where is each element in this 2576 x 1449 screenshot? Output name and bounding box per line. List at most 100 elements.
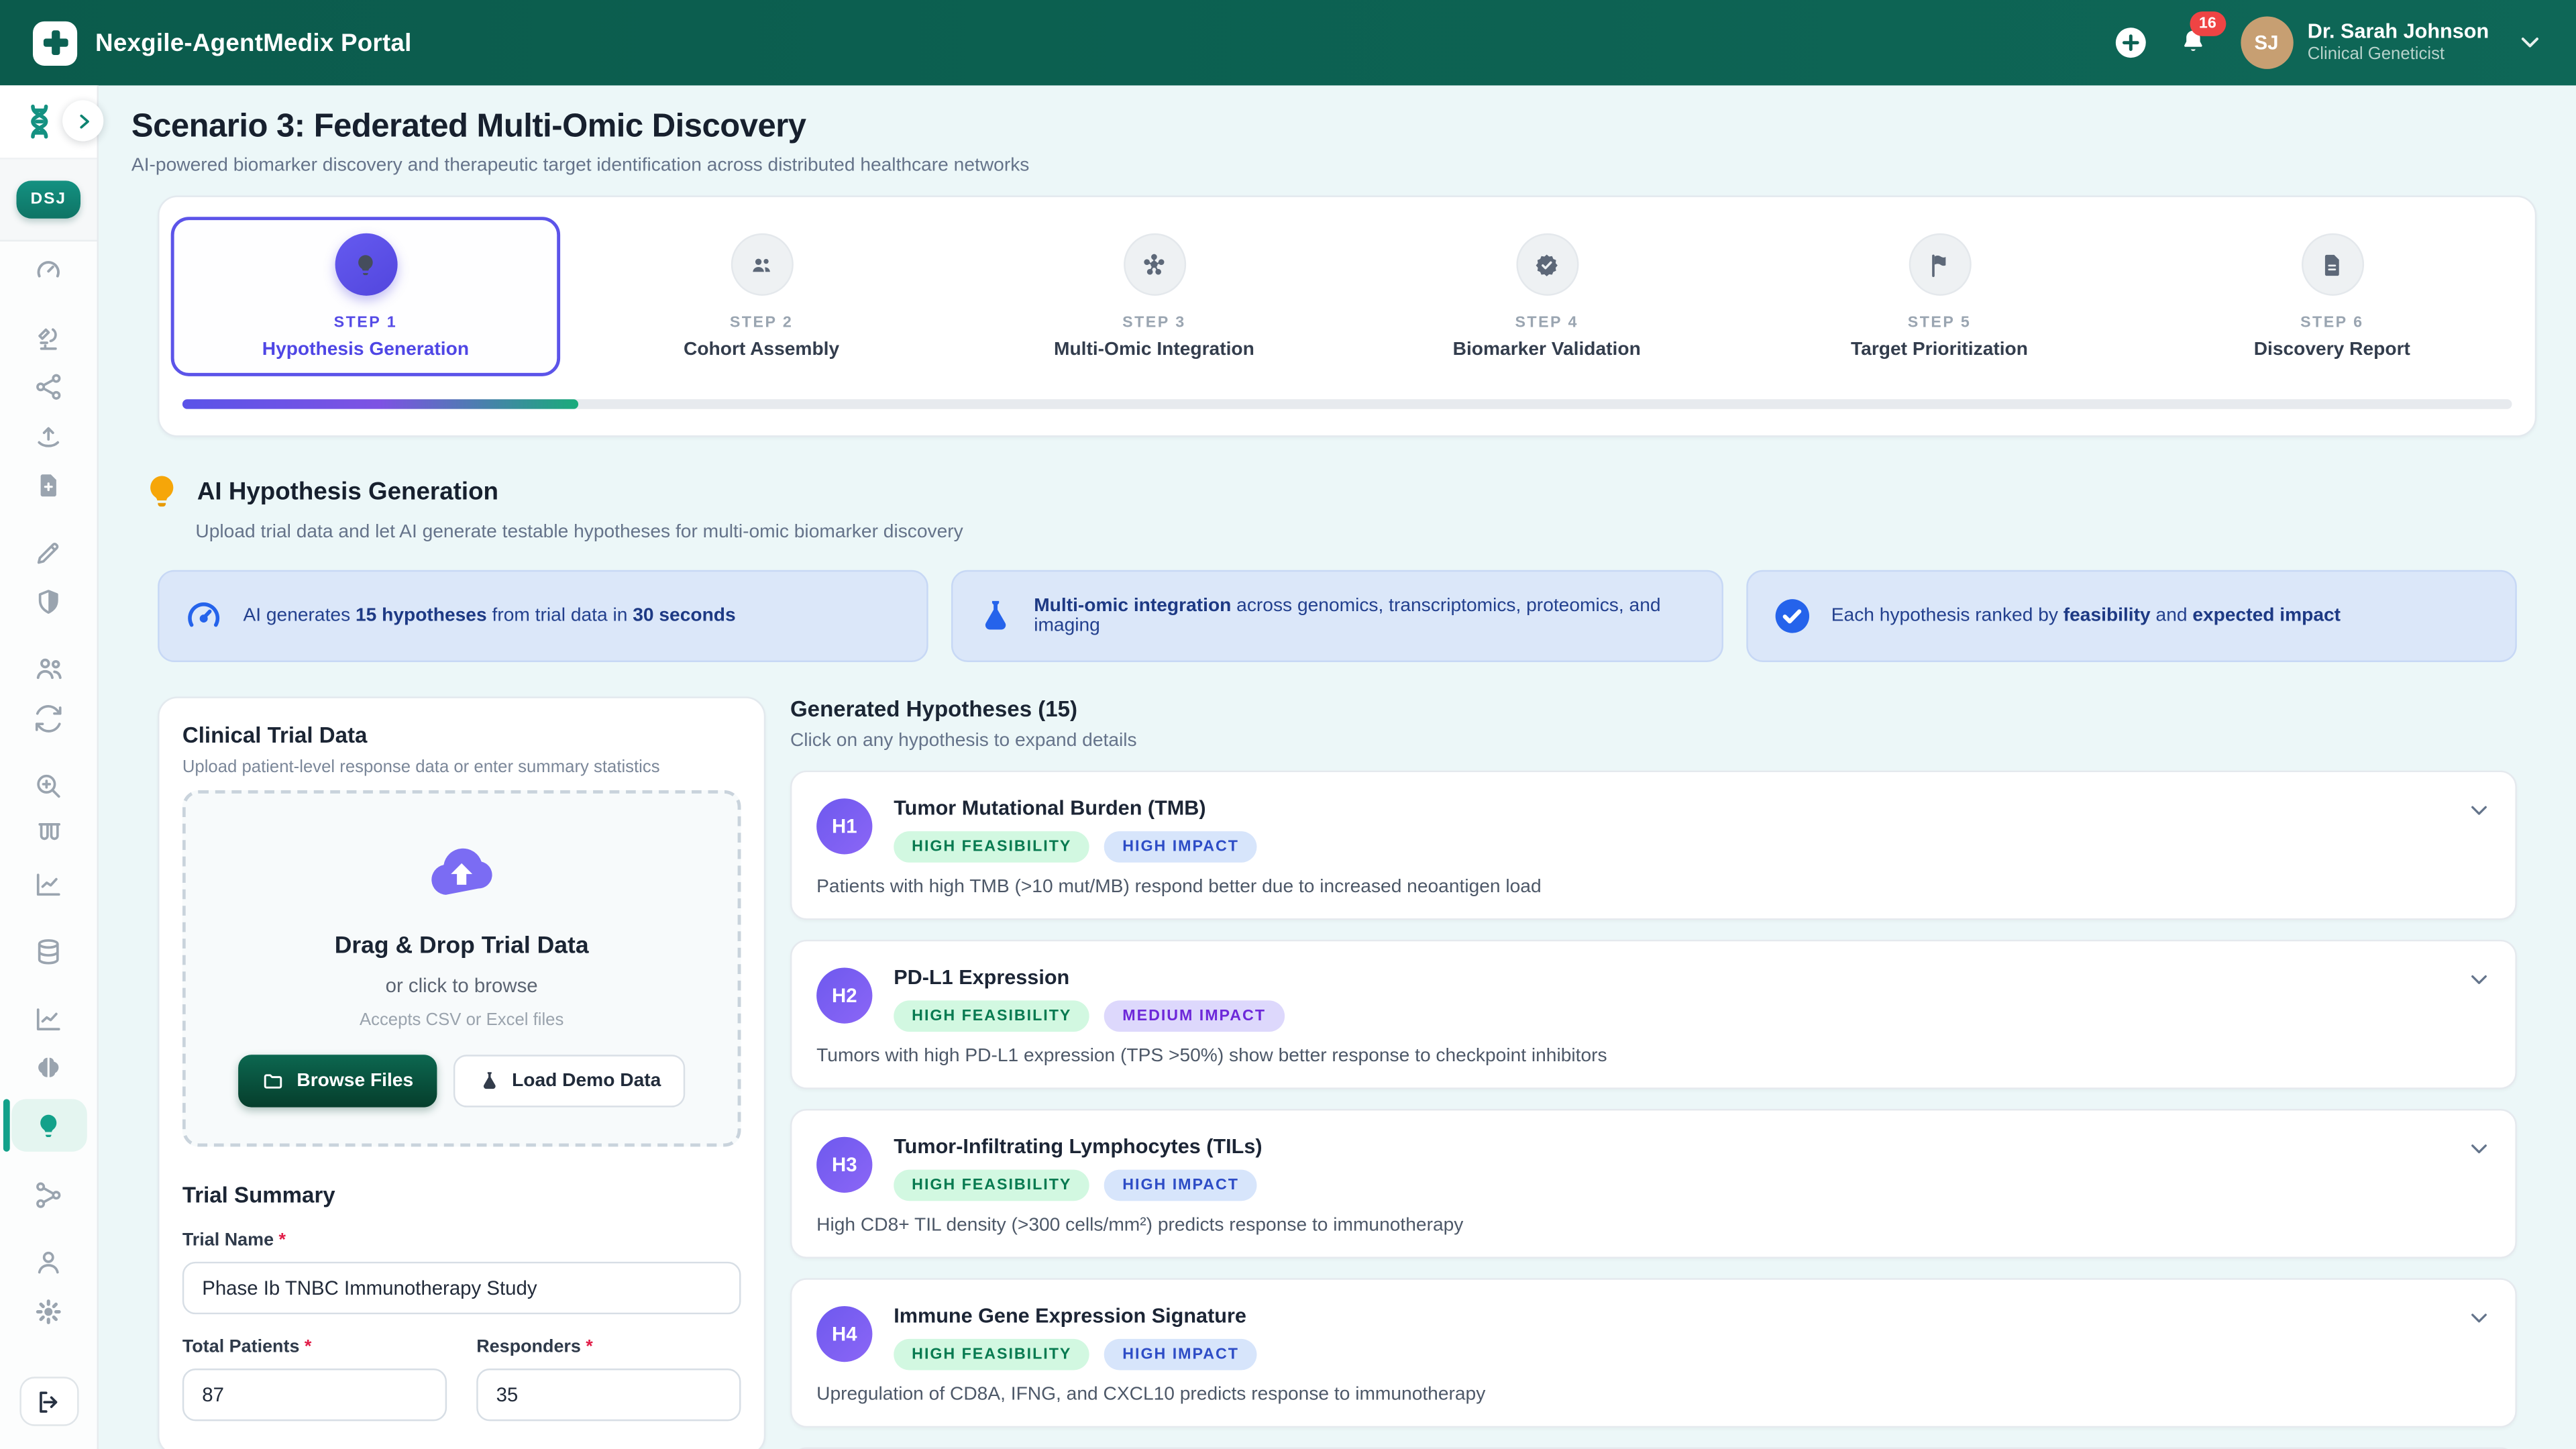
sidebar-item-data[interactable] bbox=[11, 933, 87, 969]
step-4-biomarker-validation[interactable]: STEP 4 Biomarker Validation bbox=[1355, 217, 1738, 376]
sidebar-item-file-new[interactable] bbox=[11, 467, 87, 503]
sidebar-item-security[interactable] bbox=[11, 583, 87, 619]
step-1-hypothesis-generation[interactable]: STEP 1 Hypothesis Generation bbox=[171, 217, 560, 376]
hypothesis-id-badge: H3 bbox=[816, 1137, 872, 1193]
chevron-down-icon[interactable] bbox=[2517, 30, 2543, 56]
chevron-down-icon[interactable] bbox=[2466, 797, 2492, 823]
sidebar-item-trends[interactable] bbox=[11, 1000, 87, 1036]
hypothesis-description: Upregulation of CD8A, IFNG, and CXCL10 p… bbox=[816, 1385, 2449, 1404]
step-number: STEP 3 bbox=[1122, 314, 1185, 332]
hypothesis-title: Immune Gene Expression Signature bbox=[894, 1304, 1257, 1327]
user-monogram-badge[interactable]: DSJ bbox=[15, 180, 81, 218]
panel-title: Clinical Trial Data bbox=[182, 723, 741, 748]
hub-network-icon bbox=[1123, 233, 1185, 296]
step-number: STEP 4 bbox=[1515, 314, 1578, 332]
main-content: Scenario 3: Federated Multi-Omic Discove… bbox=[99, 85, 2576, 1449]
notifications-bell-icon[interactable]: 16 bbox=[2176, 26, 2209, 59]
load-demo-data-button[interactable]: Load Demo Data bbox=[453, 1055, 686, 1107]
banner-multi-omic: Multi-omic integration across genomics, … bbox=[952, 570, 1723, 662]
chart-line-icon bbox=[33, 868, 64, 900]
hypothesis-card-h1[interactable]: H1 Tumor Mutational Burden (TMB) HIGH FE… bbox=[790, 771, 2517, 920]
chevron-down-icon[interactable] bbox=[2466, 1135, 2492, 1161]
hypothesis-card-h4[interactable]: H4 Immune Gene Expression Signature HIGH… bbox=[790, 1278, 2517, 1428]
browse-files-button[interactable]: Browse Files bbox=[237, 1055, 436, 1107]
sidebar-collapse-button[interactable] bbox=[62, 100, 103, 141]
chevron-down-icon[interactable] bbox=[2466, 966, 2492, 992]
hypothesis-title: Tumor-Infiltrating Lymphocytes (TILs) bbox=[894, 1135, 1262, 1158]
total-patients-label: Total Patients* bbox=[182, 1337, 447, 1356]
sidebar-item-samples[interactable] bbox=[11, 816, 87, 853]
test-tubes-icon bbox=[33, 819, 64, 851]
sidebar-item-network[interactable] bbox=[11, 368, 87, 405]
lightbulb-icon bbox=[334, 233, 396, 296]
workflow-steps-card: STEP 1 Hypothesis Generation STEP 2 Coho… bbox=[158, 195, 2536, 437]
hypotheses-title: Generated Hypotheses (15) bbox=[790, 696, 2517, 721]
hypothesis-card-h2[interactable]: H2 PD-L1 Expression HIGH FEASIBILITY MED… bbox=[790, 940, 2517, 1089]
feasibility-badge: HIGH FEASIBILITY bbox=[894, 831, 1089, 863]
hypothesis-card-h3[interactable]: H3 Tumor-Infiltrating Lymphocytes (TILs)… bbox=[790, 1109, 2517, 1258]
trial-name-input[interactable] bbox=[182, 1262, 741, 1314]
pen-icon bbox=[33, 537, 64, 568]
sidebar-item-research[interactable] bbox=[11, 319, 87, 355]
users-icon bbox=[32, 652, 65, 685]
step-3-multi-omic-integration[interactable]: STEP 3 Multi-Omic Integration bbox=[963, 217, 1346, 376]
flask-icon bbox=[478, 1069, 500, 1092]
sidebar-item-pathways[interactable] bbox=[11, 1176, 87, 1212]
microscope-icon bbox=[33, 321, 64, 353]
gear-icon bbox=[33, 1295, 64, 1327]
file-plus-icon bbox=[33, 469, 64, 500]
step-label: Cohort Assembly bbox=[684, 340, 839, 360]
sync-icon bbox=[33, 702, 64, 734]
user-icon bbox=[33, 1246, 64, 1278]
avatar: SJ bbox=[2240, 16, 2292, 68]
browse-files-label: Browse Files bbox=[297, 1071, 413, 1091]
impact-badge: HIGH IMPACT bbox=[1104, 1339, 1257, 1371]
sidebar-item-ai-models[interactable] bbox=[11, 1050, 87, 1086]
lightbulb-icon bbox=[33, 1110, 64, 1141]
hypothesis-description: High CD8+ TIL density (>300 cells/mm²) p… bbox=[816, 1216, 2449, 1235]
chart-line-icon bbox=[33, 1003, 64, 1034]
step-6-discovery-report[interactable]: STEP 6 Discovery Report bbox=[2141, 217, 2524, 376]
banner-ranking: Each hypothesis ranked by feasibility an… bbox=[1746, 570, 2516, 662]
step-5-target-prioritization[interactable]: STEP 5 Target Prioritization bbox=[1748, 217, 2131, 376]
sidebar-item-cohorts[interactable] bbox=[11, 651, 87, 687]
hypothesis-description: Patients with high TMB (>10 mut/MB) resp… bbox=[816, 877, 2449, 897]
sidebar-item-hypothesis-generation[interactable] bbox=[11, 1099, 87, 1151]
total-patients-input[interactable] bbox=[182, 1368, 447, 1421]
folder-icon bbox=[261, 1069, 286, 1093]
hypothesis-title: Tumor Mutational Burden (TMB) bbox=[894, 797, 1257, 820]
sidebar-item-profile[interactable] bbox=[11, 1244, 87, 1280]
step-2-cohort-assembly[interactable]: STEP 2 Cohort Assembly bbox=[570, 217, 953, 376]
upload-icon bbox=[33, 420, 64, 451]
impact-badge: HIGH IMPACT bbox=[1104, 831, 1257, 863]
file-dropzone[interactable]: Drag & Drop Trial Data or click to brows… bbox=[182, 790, 741, 1146]
flask-icon bbox=[976, 596, 1016, 636]
sidebar-item-edit[interactable] bbox=[11, 534, 87, 570]
required-asterisk: * bbox=[305, 1337, 311, 1356]
sidebar-item-dashboard[interactable] bbox=[11, 252, 87, 288]
sidebar-item-settings[interactable] bbox=[11, 1293, 87, 1329]
step-number: STEP 5 bbox=[1908, 314, 1971, 332]
sidebar-item-upload[interactable] bbox=[11, 417, 87, 453]
hypothesis-description: Tumors with high PD-L1 expression (TPS >… bbox=[816, 1046, 2449, 1066]
user-role: Clinical Geneticist bbox=[2308, 45, 2489, 66]
sidebar-item-analytics[interactable] bbox=[11, 866, 87, 902]
dropzone-hint: Accepts CSV or Excel files bbox=[202, 1010, 721, 1030]
top-header: Nexgile-AgentMedix Portal 16 SJ Dr. Sara… bbox=[0, 0, 2576, 85]
sidebar-item-search[interactable] bbox=[11, 767, 87, 804]
banner-text: AI generates 15 hypotheses from trial da… bbox=[243, 606, 735, 626]
responders-input[interactable] bbox=[476, 1368, 741, 1421]
add-icon[interactable] bbox=[2112, 25, 2148, 61]
logout-icon bbox=[34, 1387, 62, 1415]
feasibility-badge: HIGH FEASIBILITY bbox=[894, 1339, 1089, 1371]
active-indicator bbox=[3, 1099, 10, 1151]
chevron-down-icon[interactable] bbox=[2466, 1304, 2492, 1330]
banner-text: Each hypothesis ranked by feasibility an… bbox=[1831, 606, 2341, 626]
user-menu[interactable]: SJ Dr. Sarah Johnson Clinical Geneticist bbox=[2240, 16, 2489, 68]
user-name: Dr. Sarah Johnson bbox=[2308, 19, 2489, 44]
load-demo-data-label: Load Demo Data bbox=[512, 1071, 661, 1091]
logout-button[interactable] bbox=[19, 1377, 78, 1426]
sidebar-item-sync[interactable] bbox=[11, 700, 87, 736]
badge-check-icon bbox=[1515, 233, 1578, 296]
app-title: Nexgile-AgentMedix Portal bbox=[95, 29, 412, 57]
